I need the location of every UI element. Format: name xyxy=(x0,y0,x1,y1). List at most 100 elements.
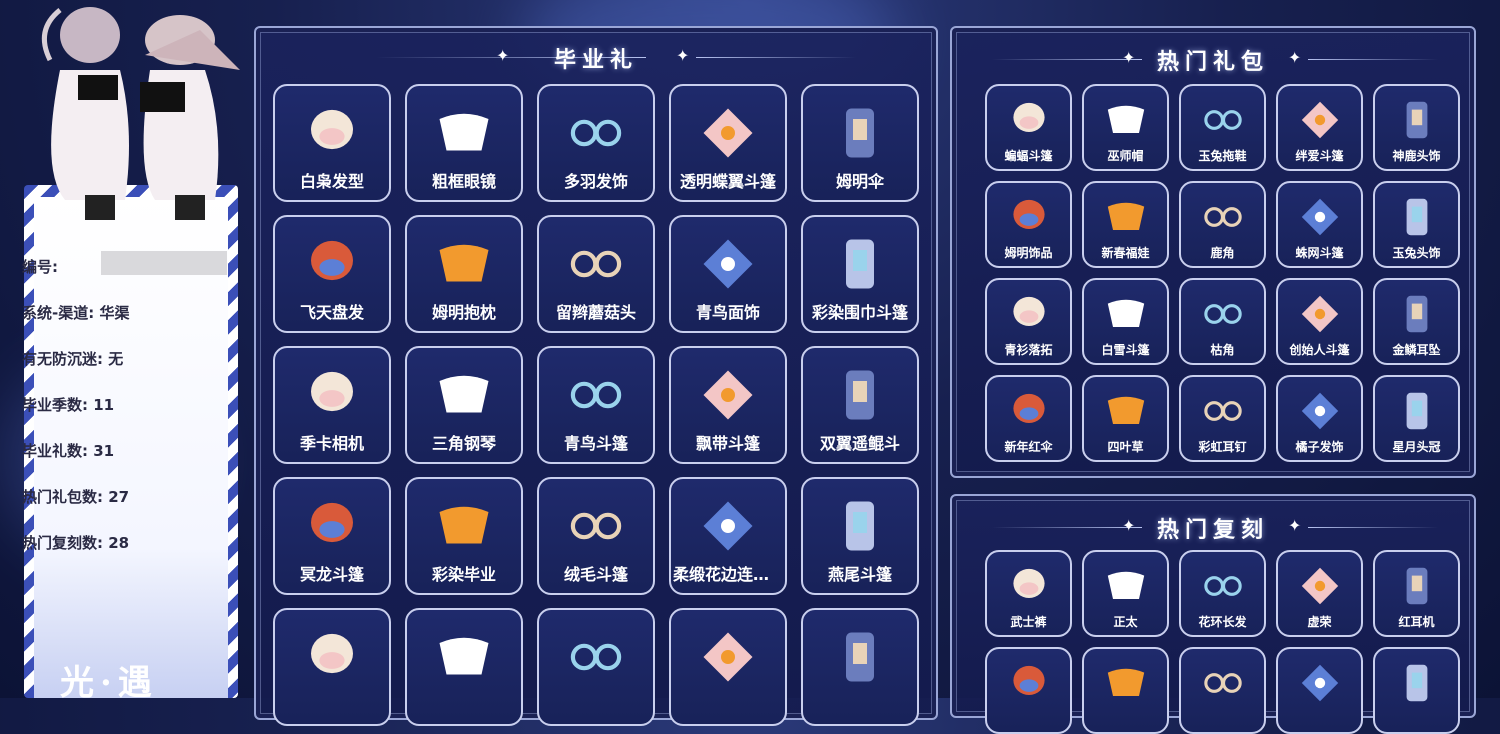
hot-packs-item-tile[interactable]: 玉兔拖鞋 xyxy=(1179,84,1266,171)
hot-packs-item-tile[interactable]: 巫师帽 xyxy=(1082,84,1169,171)
hot-packs-item-tile[interactable]: 创始人斗篷 xyxy=(1276,278,1363,365)
graduation-item-tile[interactable]: 季卡相机 xyxy=(273,346,391,464)
graduation-item-tile[interactable]: 绒毛斗篷 xyxy=(537,477,655,595)
hot-packs-title: 热门礼包 xyxy=(1156,50,1269,75)
graduation-item-tile[interactable]: 冥龙斗篷 xyxy=(273,477,391,595)
blue-cape-icon xyxy=(570,643,622,671)
grad-gifts-value: 31 xyxy=(93,442,115,460)
graduation-item-tile[interactable]: 姆明抱枕 xyxy=(405,215,523,333)
graduation-item-tile[interactable]: 彩染围巾斗篷 xyxy=(801,215,919,333)
hot-packs-item-tile[interactable]: 姆明饰品 xyxy=(985,181,1072,268)
graduation-item-tile[interactable] xyxy=(405,608,523,726)
hot-packs-item-label: 四叶草 xyxy=(1107,440,1144,454)
hot-reprints-item-tile[interactable]: 武士裤 xyxy=(985,550,1072,637)
hot-packs-item-tile[interactable]: 新春福娃 xyxy=(1082,181,1169,268)
hot-packs-item-tile[interactable]: 新年红伞 xyxy=(985,375,1072,462)
hot-packs-label: 热门礼包数: xyxy=(22,488,103,506)
graduation-item-tile[interactable]: 飞天盘发 xyxy=(273,215,391,333)
moomin-charm-icon xyxy=(1012,199,1045,229)
card-icon xyxy=(846,632,874,682)
character-illustration xyxy=(41,7,240,220)
hot-packs-item-tile[interactable]: 蛛网斗篷 xyxy=(1276,181,1363,268)
graduation-item-tile[interactable]: 彩染毕业 xyxy=(405,477,523,595)
graduation-item-tile[interactable]: 燕尾斗篷 xyxy=(801,477,919,595)
vanity-hair-icon xyxy=(1301,567,1338,605)
hot-packs-item-label: 青衫落拓 xyxy=(1004,343,1053,357)
hot-reprints-item-tile[interactable] xyxy=(985,647,1072,734)
hot-packs-item-tile[interactable]: 玉兔头饰 xyxy=(1373,181,1460,268)
samurai-pants-icon xyxy=(1012,568,1045,598)
hot-reprints-item-tile[interactable]: 虚荣 xyxy=(1276,550,1363,637)
graduation-item-tile[interactable]: 留辫蘑菇头 xyxy=(537,215,655,333)
graduation-item-label: 彩染围巾斗篷 xyxy=(811,303,908,322)
anti-addiction-value: 无 xyxy=(108,350,124,368)
hot-packs-item-tile[interactable]: 青衫落拓 xyxy=(985,278,1072,365)
hair-bun-icon xyxy=(311,240,353,281)
hot-packs-item-tile[interactable]: 枯角 xyxy=(1179,278,1266,365)
graduation-item-label: 柔缎花边连体… xyxy=(673,565,785,584)
graduation-item-tile[interactable]: 姆明伞 xyxy=(801,84,919,202)
hot-packs-row: 热门礼包数: 27 xyxy=(22,486,129,507)
rabbit-headpiece-icon xyxy=(1406,198,1427,236)
hot-packs-panel: ✦ 热门礼包 ✦ 蝙蝠斗篷 巫师帽 玉兔拖鞋 绊爱斗篷 神鹿头饰 姆明饰品 新春福娃 鹿角 蛛网… xyxy=(950,26,1476,478)
heart-cape-icon xyxy=(1301,101,1338,139)
hot-packs-item-tile[interactable]: 鹿角 xyxy=(1179,181,1266,268)
hot-reprints-item-tile[interactable] xyxy=(1179,647,1266,734)
hot-packs-item-tile[interactable]: 白雪斗篷 xyxy=(1082,278,1169,365)
outfit-icon xyxy=(439,637,489,675)
hot-reprints-item-tile[interactable] xyxy=(1082,647,1169,734)
hot-reprints-item-tile[interactable] xyxy=(1276,647,1363,734)
hot-packs-item-tile[interactable]: 四叶草 xyxy=(1082,375,1169,462)
graduation-item-tile[interactable]: 双翼遥鲲斗 xyxy=(801,346,919,464)
graduation-item-tile[interactable]: 白枭发型 xyxy=(273,84,391,202)
hot-packs-item-tile[interactable]: 金鳞耳坠 xyxy=(1373,278,1460,365)
hot-packs-item-label: 神鹿头饰 xyxy=(1392,149,1441,163)
hot-packs-item-label: 蛛网斗篷 xyxy=(1295,246,1344,260)
short-hair-icon xyxy=(1107,571,1144,599)
graduation-panel: ✦ 毕业礼 ✦ 白枭发型 粗框眼镜 多羽发饰 透明蝶翼斗篷 姆明伞 飞天盘发 姆明抱枕 留辫蘑… xyxy=(254,26,938,726)
graduation-item-tile[interactable]: 柔缎花边连体… xyxy=(669,477,787,595)
graduation-item-tile[interactable]: 飘带斗篷 xyxy=(669,346,787,464)
account-id-redacted xyxy=(101,251,227,275)
hot-packs-item-label: 玉兔头饰 xyxy=(1392,246,1441,260)
hot-packs-item-tile[interactable]: 星月头冠 xyxy=(1373,375,1460,462)
hot-packs-item-tile[interactable]: 橘子发饰 xyxy=(1276,375,1363,462)
hot-packs-item-tile[interactable]: 神鹿头饰 xyxy=(1373,84,1460,171)
graduation-item-tile[interactable] xyxy=(537,608,655,726)
star-icon: ✦ xyxy=(1288,516,1302,535)
graduation-item-tile[interactable] xyxy=(801,608,919,726)
hot-packs-item-tile[interactable]: 彩虹耳钉 xyxy=(1179,375,1266,462)
hot-reprints-item-tile[interactable]: 正太 xyxy=(1082,550,1169,637)
mask-icon xyxy=(439,506,489,544)
hot-reprints-item-tile[interactable]: 花环长发 xyxy=(1179,550,1266,637)
feather-headband-icon xyxy=(570,119,622,147)
graduation-item-tile[interactable]: 多羽发饰 xyxy=(537,84,655,202)
hot-packs-item-tile[interactable]: 蝙蝠斗篷 xyxy=(985,84,1072,171)
hot-reprints-row: 热门复刻数: 28 xyxy=(22,532,129,553)
star-icon: ✦ xyxy=(676,46,690,65)
signature-logo: 光·遇 xyxy=(60,663,158,703)
channel-row: 系统-渠道: 华渠 xyxy=(22,302,129,323)
graduation-item-tile[interactable]: 三角钢琴 xyxy=(405,346,523,464)
bird-cape-icon xyxy=(570,381,622,409)
graduation-item-tile[interactable]: 青鸟面饰 xyxy=(669,215,787,333)
new-year-umbrella-icon xyxy=(1012,393,1045,423)
graduation-item-tile[interactable] xyxy=(273,608,391,726)
camera-icon xyxy=(311,371,353,412)
web-cape-icon xyxy=(1301,198,1338,236)
hot-reprints-item-label: 虚荣 xyxy=(1307,615,1332,629)
graduation-item-tile[interactable]: 粗框眼镜 xyxy=(405,84,523,202)
hot-reprints-item-tile[interactable] xyxy=(1373,647,1460,734)
graduation-item-tile[interactable]: 透明蝶翼斗篷 xyxy=(669,84,787,202)
graduation-item-tile[interactable] xyxy=(669,608,787,726)
anti-addiction-label: 有无防沉迷: xyxy=(22,350,103,368)
graduation-item-label: 青鸟面饰 xyxy=(695,303,760,322)
hot-reprints-item-label: 正太 xyxy=(1113,615,1138,629)
hot-reprints-item-tile[interactable]: 红耳机 xyxy=(1373,550,1460,637)
hot-packs-item-label: 鹿角 xyxy=(1210,246,1235,260)
graduation-item-tile[interactable]: 青鸟斗篷 xyxy=(537,346,655,464)
hot-packs-item-tile[interactable]: 绊爱斗篷 xyxy=(1276,84,1363,171)
hot-packs-item-label: 星月头冠 xyxy=(1392,440,1441,454)
graduation-item-label: 姆明伞 xyxy=(835,172,884,191)
wreath-hair-icon xyxy=(1203,576,1242,596)
